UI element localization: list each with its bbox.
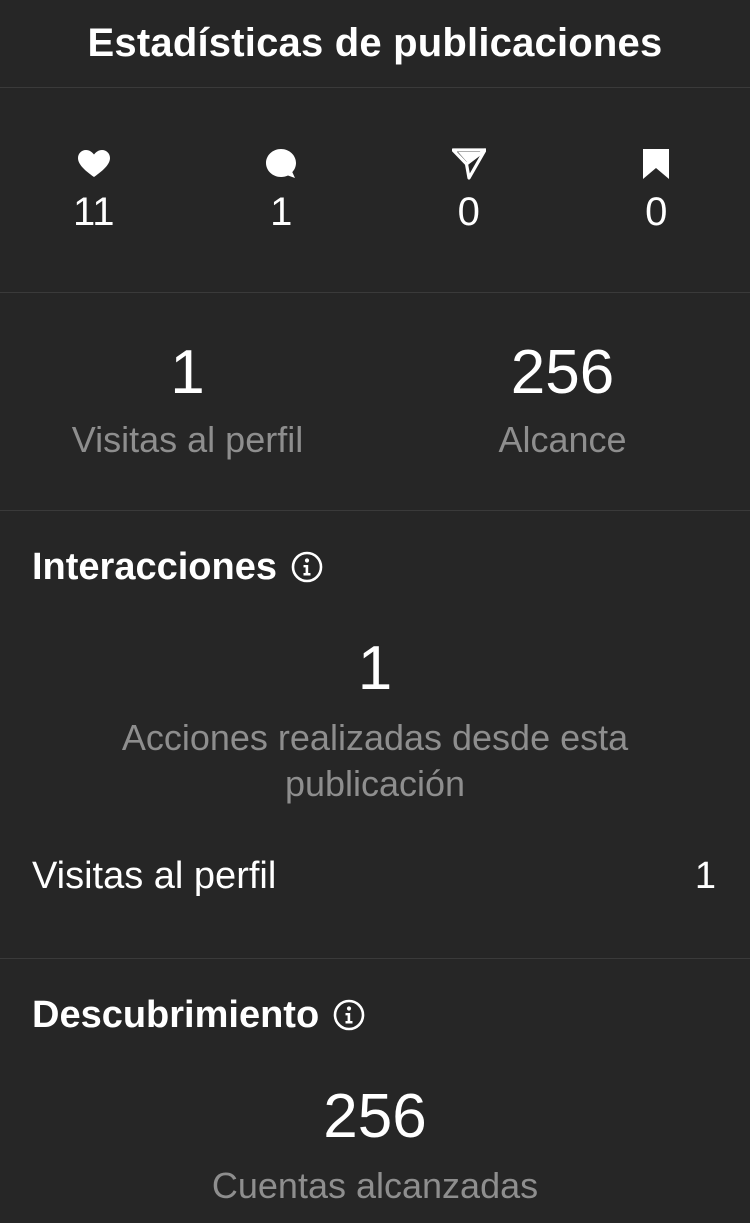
comments-count: 1 bbox=[270, 190, 293, 234]
page-title: Estadísticas de publicaciones bbox=[87, 21, 663, 65]
discovery-summary: 256 Cuentas alcanzadas bbox=[0, 1081, 750, 1209]
detail-row-value: 1 bbox=[694, 855, 716, 897]
interactions-detail-row: Visitas al perfil 1 bbox=[0, 855, 750, 898]
stat-likes: 11 bbox=[0, 146, 188, 292]
discovery-value: 256 bbox=[323, 1082, 427, 1151]
saves-count: 0 bbox=[645, 190, 668, 234]
reach-label: Alcance bbox=[498, 419, 627, 460]
info-icon[interactable] bbox=[291, 551, 323, 583]
discovery-header: Descubrimiento bbox=[0, 959, 750, 1041]
summary-reach: 256 Alcance bbox=[375, 337, 750, 510]
interactions-label: Acciones realizadas desde esta publicaci… bbox=[121, 717, 629, 804]
heart-icon bbox=[76, 146, 112, 182]
interactions-header: Interacciones bbox=[0, 511, 750, 593]
info-icon[interactable] bbox=[333, 999, 365, 1031]
detail-row-label: Visitas al perfil bbox=[32, 855, 277, 897]
interactions-summary: 1 Acciones realizadas desde esta publica… bbox=[0, 633, 750, 807]
interactions-value: 1 bbox=[357, 634, 393, 703]
send-icon bbox=[451, 146, 487, 182]
profile-visits-label: Visitas al perfil bbox=[71, 419, 304, 460]
stat-shares: 0 bbox=[375, 146, 563, 292]
bookmark-icon bbox=[638, 146, 674, 182]
profile-visits-value: 1 bbox=[170, 338, 205, 407]
discovery-title: Descubrimiento bbox=[32, 993, 320, 1036]
summary-profile-visits: 1 Visitas al perfil bbox=[0, 337, 375, 510]
header: Estadísticas de publicaciones bbox=[0, 0, 750, 88]
comment-icon bbox=[263, 146, 299, 182]
stat-comments: 1 bbox=[188, 146, 376, 292]
interactions-section: Interacciones 1 Acciones realizadas desd… bbox=[0, 511, 750, 959]
post-stats-row: 11 1 0 0 bbox=[0, 88, 750, 293]
post-insights-screen: Estadísticas de publicaciones 11 1 0 0 1… bbox=[0, 0, 750, 1223]
discovery-label: Cuentas alcanzadas bbox=[211, 1165, 539, 1206]
stat-saves: 0 bbox=[563, 146, 750, 292]
likes-count: 11 bbox=[72, 190, 115, 234]
summary-row: 1 Visitas al perfil 256 Alcance bbox=[0, 293, 750, 511]
interactions-title: Interacciones bbox=[32, 545, 277, 588]
reach-value: 256 bbox=[510, 338, 615, 407]
shares-count: 0 bbox=[457, 190, 480, 234]
discovery-section: Descubrimiento 256 Cuentas alcanzadas bbox=[0, 959, 750, 1209]
